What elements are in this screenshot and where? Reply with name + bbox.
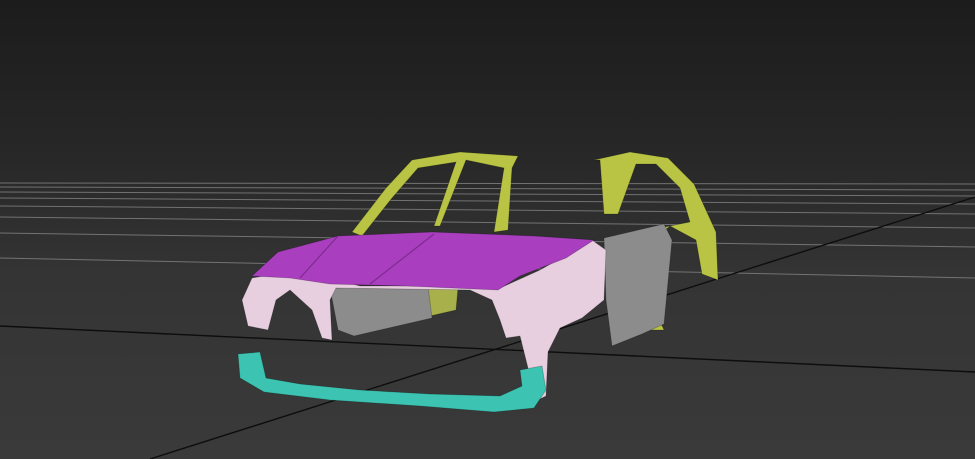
grid-line [0, 205, 975, 215]
grid-line [0, 191, 975, 197]
grid-line [0, 197, 975, 205]
3d-viewport[interactable] [0, 0, 975, 459]
viewport-scene[interactable] [0, 0, 975, 459]
grid-line [0, 186, 975, 191]
car-body-model[interactable] [237, 151, 719, 413]
grid-line [0, 216, 975, 229]
door-panel-left[interactable] [329, 285, 433, 337]
axis-x [0, 325, 975, 373]
grid-line [0, 182, 975, 185]
axis-y [149, 196, 975, 459]
